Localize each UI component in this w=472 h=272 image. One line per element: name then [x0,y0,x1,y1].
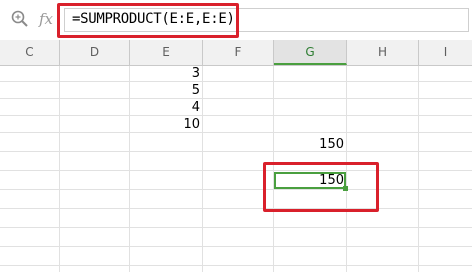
fx-label[interactable]: fx [39,10,53,28]
cell-e2[interactable]: 5 [130,83,200,98]
cell-g7[interactable]: 150 [274,173,344,188]
cell-e3[interactable]: 4 [130,100,200,115]
cell-e1[interactable]: 3 [130,66,200,81]
column-header-h[interactable]: H [347,40,419,65]
cell-g5[interactable]: 150 [274,137,344,152]
cell-grid[interactable]: 3 5 4 10 150 [0,66,472,272]
column-header-g[interactable]: G [274,40,347,65]
formula-bar: fx =SUMPRODUCT(E:E,E:E) [0,0,472,41]
fill-handle[interactable] [343,186,348,191]
column-header-f[interactable]: F [203,40,274,65]
column-header-e[interactable]: E [130,40,203,65]
column-header-d[interactable]: D [60,40,130,65]
cell-e4[interactable]: 10 [130,117,200,132]
formula-text: =SUMPRODUCT(E:E,E:E) [72,11,235,27]
magnifier-icon[interactable] [10,9,30,29]
column-header-c[interactable]: C [0,40,60,65]
column-header-i[interactable]: I [419,40,472,65]
column-header: C D E F G H I [0,40,472,66]
